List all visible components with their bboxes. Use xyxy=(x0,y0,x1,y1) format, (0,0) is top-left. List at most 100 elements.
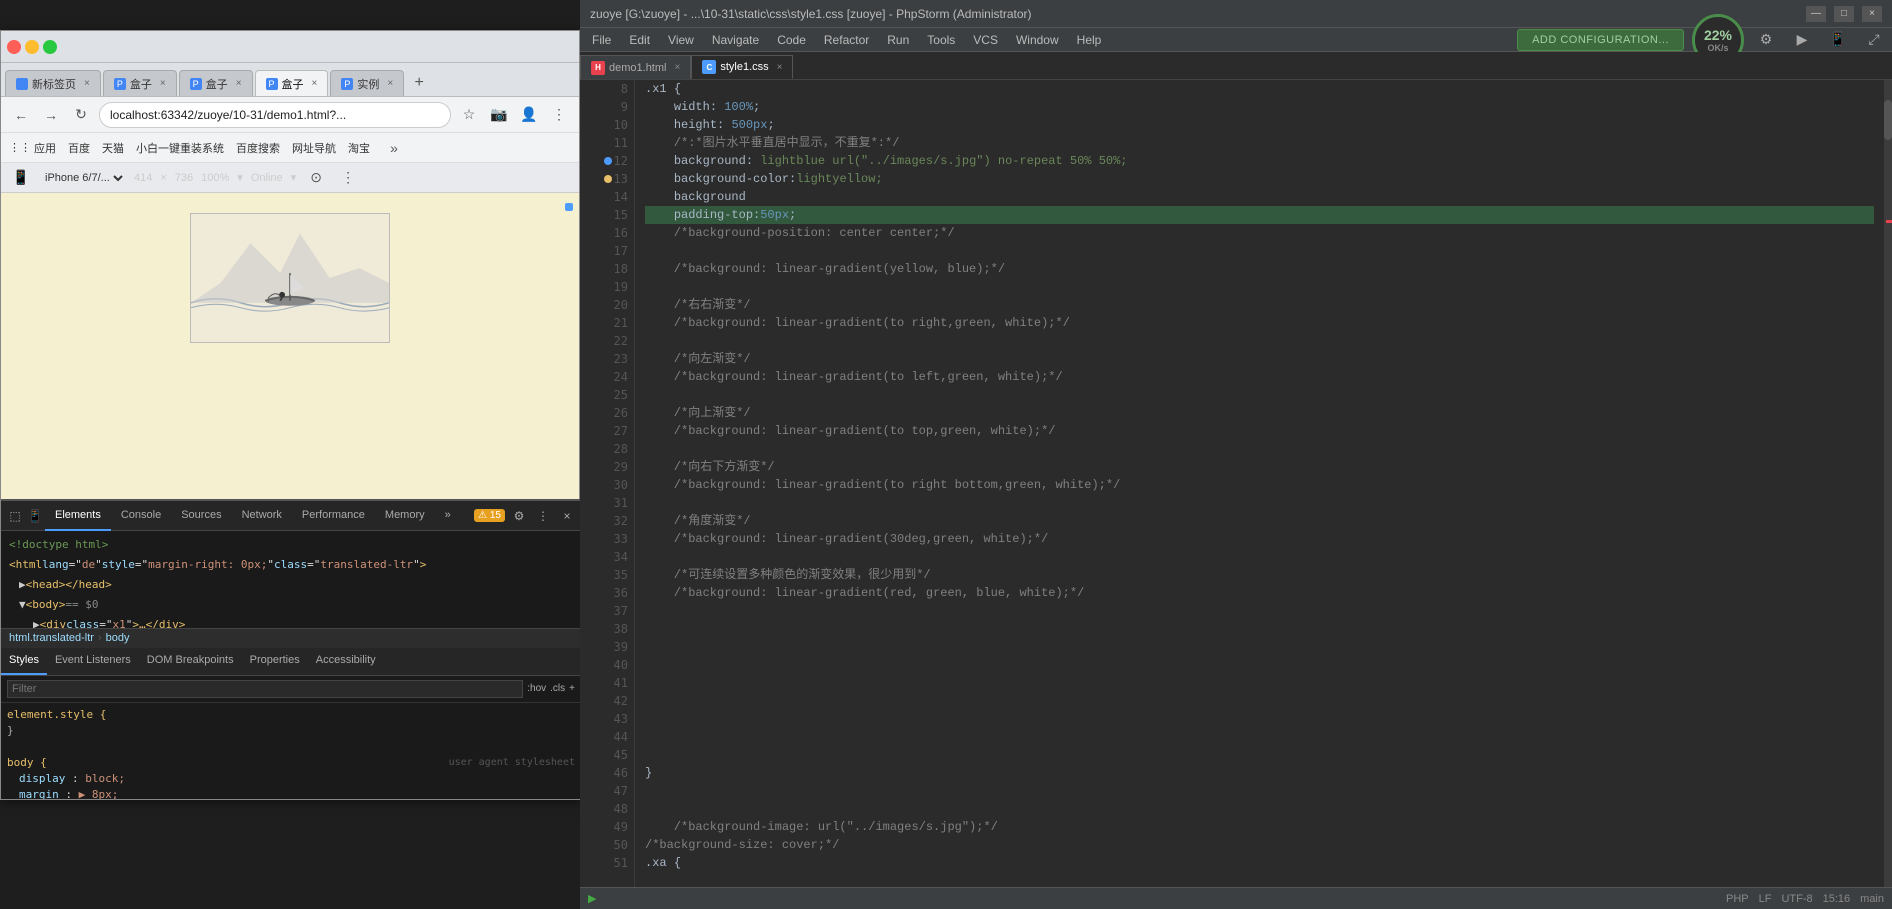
filter-hov-btn[interactable]: :hov xyxy=(527,683,546,694)
dom-panel[interactable]: <!doctype html> <html lang="de" style="m… xyxy=(1,531,581,628)
phone-icon-btn[interactable]: 📱 xyxy=(1824,26,1852,54)
devtools-tab-more[interactable]: » xyxy=(435,501,461,531)
tab-close-1[interactable]: × xyxy=(160,78,166,89)
forward-button[interactable]: → xyxy=(39,103,63,127)
bookmark-nav[interactable]: 网址导航 xyxy=(292,140,336,156)
breadcrumb-html[interactable]: html.translated-ltr xyxy=(9,632,94,644)
gutter-43: 43 xyxy=(580,710,634,728)
menu-refactor[interactable]: Refactor xyxy=(816,31,877,49)
add-configuration-button[interactable]: ADD CONFIGURATION... xyxy=(1517,29,1684,51)
html-tab-label: demo1.html xyxy=(609,62,666,74)
bookmarks-bar: ⋮⋮ 应用 百度 天猫 小白一键重装系统 百度搜索 网址导航 淘宝 » xyxy=(1,133,579,163)
run-icon-btn[interactable]: ▶ xyxy=(1788,26,1816,54)
devtools-inspect-icon[interactable]: ⬚ xyxy=(5,506,25,526)
tab-box-2[interactable]: P 盒子 × xyxy=(179,70,253,96)
styles-tab-access[interactable]: Accessibility xyxy=(308,647,384,675)
browser-maximize-button[interactable] xyxy=(43,40,57,54)
phpstorm-tab-html[interactable]: H demo1.html × xyxy=(580,55,691,79)
phpstorm-file-tabs: H demo1.html × C style1.css × xyxy=(580,52,1892,80)
styles-filter-input[interactable] xyxy=(7,680,523,698)
code-content-area[interactable]: .x1 { width: 100%; height: 500px; /*:*图片… xyxy=(635,80,1884,887)
resize-handle[interactable] xyxy=(565,203,573,211)
tab-close-2[interactable]: × xyxy=(236,78,242,89)
gutter-28: 28 xyxy=(580,440,634,458)
bookmarks-more[interactable]: » xyxy=(382,136,406,160)
bookmark-button[interactable]: ☆ xyxy=(457,103,481,127)
devtools-settings-icon[interactable]: ⚙ xyxy=(509,506,529,526)
devtools-dots-icon[interactable]: ⋮ xyxy=(533,506,553,526)
filter-cls-btn[interactable]: .cls xyxy=(550,683,565,694)
menu-run[interactable]: Run xyxy=(879,31,917,49)
devtools-tab-console[interactable]: Console xyxy=(111,501,171,531)
styles-tab-dom-bp[interactable]: DOM Breakpoints xyxy=(139,647,242,675)
devtools-tabs: ⬚ 📱 Elements Console Sources Network Per… xyxy=(1,501,581,531)
bookmark-tmall[interactable]: 天猫 xyxy=(102,140,124,156)
breadcrumb-body[interactable]: body xyxy=(106,632,130,644)
dom-bp-label: DOM Breakpoints xyxy=(147,654,234,666)
devtools-tab-memory[interactable]: Memory xyxy=(375,501,435,531)
tab-close-4[interactable]: × xyxy=(387,78,393,89)
tab-close-0[interactable]: × xyxy=(84,78,90,89)
code-line-45 xyxy=(645,746,1874,764)
menu-edit[interactable]: Edit xyxy=(621,31,658,49)
menu-navigate[interactable]: Navigate xyxy=(704,31,767,49)
styles-tab-props[interactable]: Properties xyxy=(242,647,308,675)
device-more-icon[interactable]: ⋮ xyxy=(336,166,360,190)
expand-icon-btn[interactable]: ⤢ xyxy=(1860,26,1888,54)
browser-minimize-button[interactable] xyxy=(25,40,39,54)
tab-close-3[interactable]: × xyxy=(312,78,318,89)
back-button[interactable]: ← xyxy=(9,103,33,127)
tab-example[interactable]: P 实例 × xyxy=(330,70,404,96)
devtools-tab-performance[interactable]: Performance xyxy=(292,501,375,531)
filter-add-btn[interactable]: + xyxy=(569,683,575,694)
element-style-close: } xyxy=(7,724,14,737)
profile-button[interactable]: 👤 xyxy=(517,103,541,127)
device-select[interactable]: iPhone 6/7/... xyxy=(41,171,126,185)
devtools-close-icon[interactable]: × xyxy=(557,506,577,526)
html-tab-close[interactable]: × xyxy=(674,62,680,73)
styles-tab-styles[interactable]: Styles xyxy=(1,647,47,675)
devtools-tab-elements[interactable]: Elements xyxy=(45,501,111,531)
menu-vcs[interactable]: VCS xyxy=(965,31,1006,49)
address-bar[interactable] xyxy=(99,102,451,128)
refresh-button[interactable]: ↻ xyxy=(69,103,93,127)
devtools-panel: ⬚ 📱 Elements Console Sources Network Per… xyxy=(1,499,581,799)
new-tab-button[interactable]: + xyxy=(406,70,432,96)
gutter-51: 51 xyxy=(580,854,634,872)
css-tab-close[interactable]: × xyxy=(777,62,783,73)
settings-icon-btn[interactable]: ⚙ xyxy=(1752,26,1780,54)
gutter-44: 44 xyxy=(580,728,634,746)
screenshot-button[interactable]: 📷 xyxy=(487,103,511,127)
devtools-tab-network[interactable]: Network xyxy=(232,501,292,531)
bookmark-apps[interactable]: ⋮⋮ 应用 xyxy=(9,140,56,156)
bookmark-reset[interactable]: 小白一键重装系统 xyxy=(136,140,224,156)
menu-code[interactable]: Code xyxy=(769,31,814,49)
editor-scrollbar[interactable] xyxy=(1884,80,1892,887)
gutter-16: 16 xyxy=(580,224,634,242)
menu-view[interactable]: View xyxy=(660,31,702,49)
browser-close-button[interactable] xyxy=(7,40,21,54)
device-toggle-icon[interactable]: 📱 xyxy=(9,166,33,190)
code-line-23: /*向左渐变*/ xyxy=(645,350,1874,368)
devtools-mobile-icon[interactable]: 📱 xyxy=(25,506,45,526)
menu-help[interactable]: Help xyxy=(1069,31,1110,49)
bookmark-taobao[interactable]: 淘宝 xyxy=(348,140,370,156)
devtools-tab-sources[interactable]: Sources xyxy=(171,501,231,531)
bookmark-baidusearch[interactable]: 百度搜索 xyxy=(236,140,280,156)
menu-file[interactable]: File xyxy=(584,31,619,49)
tab-new-tab[interactable]: 新标签页 × xyxy=(5,70,101,96)
bookmark-baidu[interactable]: 百度 xyxy=(68,140,90,156)
styles-tab-event[interactable]: Event Listeners xyxy=(47,647,139,675)
tab-box-1[interactable]: P 盒子 × xyxy=(103,70,177,96)
more-button[interactable]: ⋮ xyxy=(547,103,571,127)
menu-tools[interactable]: Tools xyxy=(919,31,963,49)
code-line-11: /*:*图片水平垂直居中显示，不重复*:*/ xyxy=(645,134,1874,152)
warning-badge[interactable]: ⚠ 15 xyxy=(474,509,505,522)
device-rotate-icon[interactable]: ⊙ xyxy=(304,166,328,190)
gutter-21: 21 xyxy=(580,314,634,332)
menu-window[interactable]: Window xyxy=(1008,31,1067,49)
bookmark-label-taobao: 淘宝 xyxy=(348,140,370,156)
phpstorm-tab-css[interactable]: C style1.css × xyxy=(691,55,793,79)
scrollbar-thumb[interactable] xyxy=(1884,100,1892,140)
tab-box-3-active[interactable]: P 盒子 × xyxy=(255,70,329,96)
